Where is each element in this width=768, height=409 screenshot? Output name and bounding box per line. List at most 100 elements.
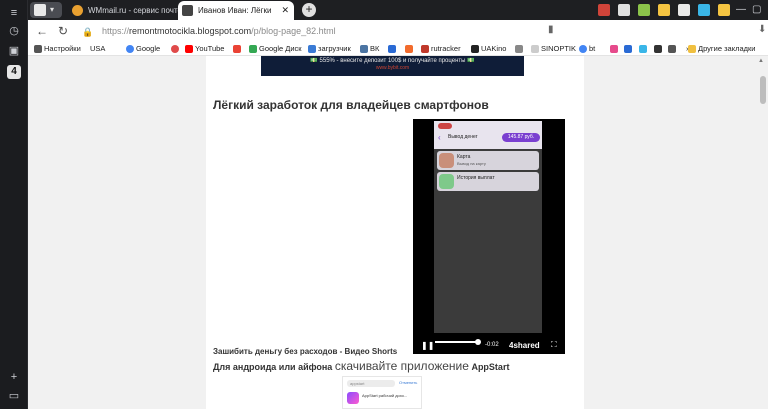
screen-title: Вывод денег (448, 134, 478, 140)
bookmark-dark-icon[interactable] (654, 45, 662, 53)
rutracker-icon (421, 45, 429, 53)
bookmark-pink-icon[interactable] (610, 45, 618, 53)
bookmark-drive[interactable]: Google Диск (249, 42, 302, 56)
extension-yellow-icon[interactable] (658, 4, 670, 16)
status-time (438, 123, 452, 129)
address-field[interactable]: https://remontmotocikla.blogspot.com/p/b… (102, 24, 336, 38)
back-icon[interactable]: ← (36, 23, 48, 39)
bookmark-usa[interactable]: USA (80, 42, 105, 56)
bookmark-lightblue-icon[interactable] (639, 45, 647, 53)
lock-icon[interactable]: 🔒 (82, 24, 93, 40)
youtube-icon (185, 45, 193, 53)
history-icon[interactable]: ◷ (7, 24, 21, 38)
bookmark-settings[interactable]: Настройки (34, 42, 81, 56)
back-chevron-icon: ‹ (438, 133, 441, 142)
panel-toggle-icon[interactable]: ▭ (7, 389, 21, 403)
bookmarks-bar: Настройки USA Google YouTube Google Диск… (28, 42, 768, 56)
progress-bar[interactable] (435, 341, 479, 343)
google-bt-icon (579, 45, 587, 53)
url-path: /p/blog-page_82.html (251, 26, 336, 36)
history-card: История выплат (437, 172, 539, 191)
store-cancel: Отменить (399, 380, 418, 385)
post-title: Лёгкий заработок для владейцев смартфоно… (213, 98, 489, 112)
fullscreen-icon[interactable]: ⛶ (551, 340, 557, 350)
browser-window: ≡ ◷ ▣ 4 + ▭ ▾ WMmail.ru - сервис почто И… (0, 0, 768, 409)
phone-header: ‹ Вывод денег 145.87 руб. (434, 121, 542, 149)
ad-banner[interactable]: 💵 555% - внесите депозит 100$ и получайт… (261, 56, 524, 76)
extension-shield-icon[interactable] (698, 4, 710, 16)
gray-square-icon (515, 45, 523, 53)
reload-icon[interactable]: ↻ (58, 23, 68, 39)
maximize-icon[interactable]: ▢ (752, 2, 761, 18)
scroll-up-icon[interactable]: ▲ (758, 58, 764, 64)
close-tab-icon[interactable]: ✕ (281, 1, 289, 20)
card-title: История выплат (457, 175, 495, 181)
speaker-icon (34, 4, 46, 16)
scrollbar-track[interactable] (756, 56, 768, 409)
card-title: Карта (457, 154, 471, 160)
video-player[interactable]: ‹ Вывод денег 145.87 руб. Карта Вывод на… (413, 119, 565, 354)
extension-green-icon[interactable] (638, 4, 650, 16)
card-subtitle: Вывод на карту (457, 161, 486, 166)
extension-mail-icon[interactable] (598, 4, 610, 16)
collections-icon[interactable]: ▣ (7, 44, 21, 58)
bookmark-google[interactable]: Google (126, 42, 160, 56)
browser-sidebar: ≡ ◷ ▣ 4 + ▭ (0, 0, 28, 409)
tab-count-badge[interactable]: 4 (7, 65, 21, 79)
tab-strip: ▾ WMmail.ru - сервис почто Иванов Иван: … (28, 0, 768, 20)
history-icon (439, 174, 454, 189)
tab-wmmail[interactable]: WMmail.ru - сервис почто (68, 1, 192, 20)
ad-link[interactable]: www.bybit.com (261, 65, 524, 72)
progress-knob[interactable] (475, 339, 481, 345)
brand-logo[interactable]: 4shared (509, 341, 540, 350)
bookmark-blue2-icon[interactable] (624, 45, 632, 53)
orange-square-icon (405, 45, 413, 53)
video-caption: Зашибить деньгу без расходов - Видео Sho… (213, 347, 398, 356)
bookmark-icon[interactable]: ▮ (548, 24, 554, 35)
download-icon[interactable]: ⬇ (758, 24, 766, 35)
tab-title: WMmail.ru - сервис почто (88, 6, 182, 15)
url-host: remontmotocikla.blogspot.com (129, 26, 252, 36)
extension-check-icon[interactable] (678, 4, 690, 16)
appstore-screenshot: appstart Отменить AppStart рабочий дохо.… (342, 376, 422, 409)
bookmark-vk[interactable]: ВК (360, 42, 379, 56)
bookmark-uakino[interactable]: UAKino (471, 42, 506, 56)
red-circle-icon (171, 45, 179, 53)
video-controls: ❚❚ -0:02 4shared ⛶ (413, 337, 565, 354)
download-instruction: Для андроида или айфона скачивайте прило… (213, 359, 510, 373)
bookmark-rutracker[interactable]: rutracker (421, 42, 461, 56)
chevron-down-icon: ▾ (50, 5, 55, 14)
vk-icon (360, 45, 368, 53)
extension-check-yellow-icon[interactable] (718, 4, 730, 16)
address-toolbar: ← ↻ 🔒 https://remontmotocikla.blogspot.c… (28, 20, 768, 42)
bookmark-youtube[interactable]: YouTube (185, 42, 224, 56)
store-search: appstart (347, 380, 395, 387)
gear-icon (34, 45, 42, 53)
other-bookmarks[interactable]: Другие закладки (688, 42, 755, 56)
bookmark-loader[interactable]: загрузчик (308, 42, 351, 56)
bookmark-bt[interactable]: bt (579, 42, 595, 56)
add-panel-icon[interactable]: + (7, 370, 21, 384)
app-name: AppStart рабочий дохо... (362, 393, 408, 398)
card-icon (439, 153, 454, 168)
balance-badge: 145.87 руб. (502, 133, 540, 142)
uakino-icon (471, 45, 479, 53)
pause-icon[interactable]: ❚❚ (421, 341, 434, 350)
blue-square-icon (388, 45, 396, 53)
withdraw-card: Карта Вывод на карту (437, 151, 539, 170)
menu-icon[interactable]: ≡ (7, 6, 21, 20)
extension-window-icon[interactable] (618, 4, 630, 16)
scrollbar-thumb[interactable] (760, 76, 766, 104)
drive-icon (249, 45, 257, 53)
minimize-icon[interactable]: — (736, 2, 746, 18)
tab-title: Иванов Иван: Лёгки (198, 6, 272, 15)
tab-blog[interactable]: Иванов Иван: Лёгки ✕ (178, 1, 294, 20)
bookmark-dark2-icon[interactable] (668, 45, 676, 53)
new-tab-button[interactable]: + (302, 3, 316, 17)
sinoptik-icon (531, 45, 539, 53)
sound-control[interactable]: ▾ (30, 2, 62, 18)
blog-post: 💵 555% - внесите депозит 100$ и получайт… (206, 56, 584, 409)
gmail-icon (233, 45, 241, 53)
folder-icon (688, 45, 696, 53)
bookmark-sinoptik[interactable]: SINOPTIK (531, 42, 576, 56)
